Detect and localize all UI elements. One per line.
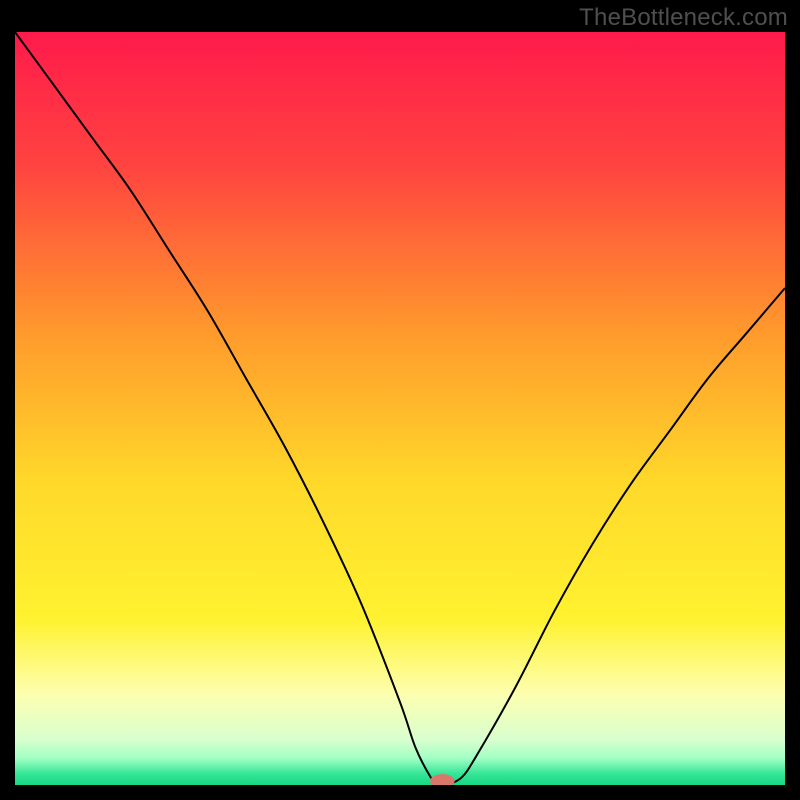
gradient-fill <box>15 32 785 785</box>
chart-frame <box>15 32 785 785</box>
watermark-text: TheBottleneck.com <box>579 4 788 32</box>
bottleneck-chart <box>15 32 785 785</box>
